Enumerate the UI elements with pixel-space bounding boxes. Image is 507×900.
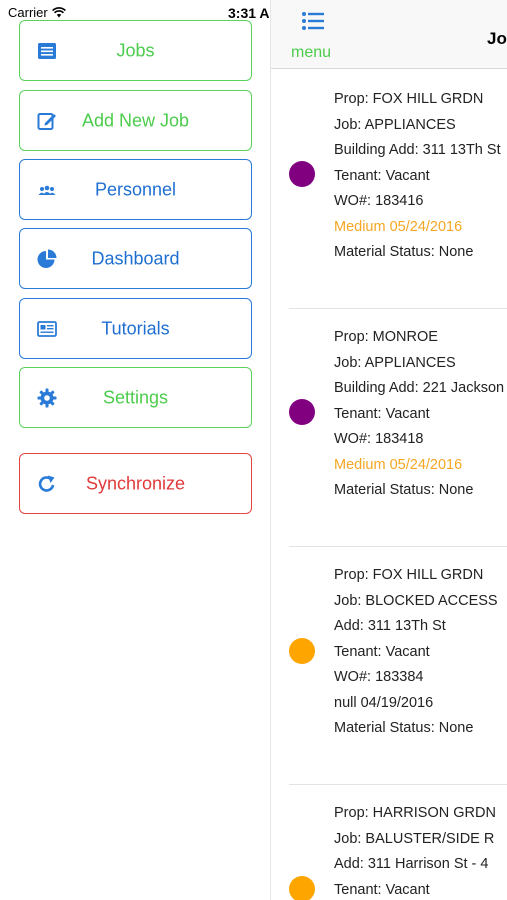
wifi-icon	[51, 7, 66, 18]
page-title: Jo	[487, 29, 507, 48]
status-carrier: Carrier	[8, 5, 66, 20]
menu-settings-label: Settings	[102, 387, 169, 407]
menu-jobs-button[interactable]: Jobs	[19, 20, 252, 81]
menu-settings-button[interactable]: Settings	[19, 367, 252, 428]
menu-synchronize-button[interactable]: Synchronize	[19, 453, 252, 514]
menu-add-new-job-button[interactable]: Add New Job	[19, 90, 252, 151]
job-type: Job: APPLIANCES	[334, 355, 456, 371]
hamburger-icon	[302, 12, 324, 30]
job-property: Prop: HARRISON GRDN	[334, 805, 496, 821]
job-address: Add: 311 Harrison St - 4	[334, 856, 489, 872]
priority-dot	[289, 638, 315, 664]
job-type: Job: APPLIANCES	[334, 117, 456, 133]
job-wo-number: WO#: 183416	[334, 193, 424, 209]
menu-add-new-job-label: Add New Job	[81, 110, 190, 130]
job-priority-date: Medium 05/24/2016	[334, 219, 463, 235]
job-address: Building Add: 311 13Th St	[334, 142, 501, 158]
job-property: Prop: FOX HILL GRDN	[334, 567, 484, 583]
job-tenant: Tenant: Vacant	[334, 882, 430, 898]
priority-dot	[289, 161, 315, 187]
jobs-panel: menu Jo Prop: FOX HILL GRDN Job: APPLIAN…	[270, 0, 507, 900]
job-tenant: Tenant: Vacant	[334, 644, 430, 660]
job-material-status: Material Status: None	[334, 244, 474, 260]
menu-toggle-label: menu	[291, 44, 332, 61]
job-wo-number: WO#: 183418	[334, 431, 424, 447]
carrier-label: Carrier	[8, 5, 48, 20]
priority-dot	[289, 399, 315, 425]
job-property: Prop: FOX HILL GRDN	[334, 91, 484, 107]
menu-jobs-label: Jobs	[116, 40, 155, 60]
menu-tutorials-button[interactable]: Tutorials	[19, 298, 252, 359]
job-address: Building Add: 221 Jackson	[334, 380, 505, 396]
job-type: Job: BALUSTER/SIDE R	[334, 831, 495, 847]
job-card[interactable]: Prop: MONROE Job: APPLIANCES Building Ad…	[289, 308, 507, 546]
job-address: Add: 311 13Th St	[334, 618, 446, 634]
nav-bar: menu Jo	[271, 0, 507, 69]
job-priority-date: Medium 05/24/2016	[334, 457, 463, 473]
menu-dashboard-label: Dashboard	[91, 248, 180, 268]
job-tenant: Tenant: Vacant	[334, 406, 430, 422]
menu-personnel-button[interactable]: Personnel	[19, 159, 252, 220]
job-type: Job: BLOCKED ACCESS	[334, 593, 498, 609]
menu-toggle-button[interactable]: menu	[291, 10, 335, 62]
job-material-status: Material Status: None	[334, 720, 474, 736]
menu-synchronize-label: Synchronize	[85, 473, 186, 493]
job-card[interactable]: Prop: FOX HILL GRDN Job: BLOCKED ACCESS …	[289, 546, 507, 784]
job-wo-number: WO#: 183384	[334, 669, 424, 685]
job-priority-date: null 04/19/2016	[334, 695, 434, 711]
job-property: Prop: MONROE	[334, 329, 438, 345]
job-card[interactable]: Prop: FOX HILL GRDN Job: APPLIANCES Buil…	[289, 69, 507, 308]
menu-tutorials-label: Tutorials	[101, 318, 170, 338]
menu-personnel-label: Personnel	[94, 179, 177, 199]
job-material-status: Material Status: None	[334, 482, 474, 498]
job-tenant: Tenant: Vacant	[334, 168, 430, 184]
job-card[interactable]: Prop: HARRISON GRDN Job: BALUSTER/SIDE R…	[289, 784, 507, 900]
menu-dashboard-button[interactable]: Dashboard	[19, 228, 252, 289]
priority-dot	[289, 876, 315, 900]
